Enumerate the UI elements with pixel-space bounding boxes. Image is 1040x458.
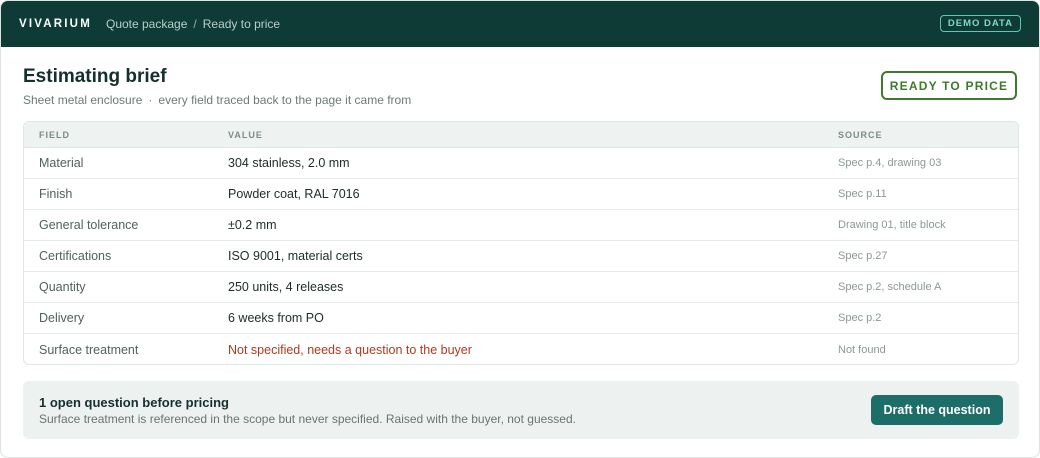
top-bar: VIVARIUM Quote package / Ready to price … <box>1 1 1039 47</box>
row-source-cell: Spec p.2 <box>838 312 882 324</box>
subtitle-description: every field traced back to the page it c… <box>158 93 412 107</box>
row-field-cell: Finish <box>39 187 73 201</box>
table-body: Material 304 stainless, 2.0 mm Spec p.4, d… <box>24 148 1018 364</box>
row-value-cell: ±0.2 mm <box>228 218 277 232</box>
open-question-title: 1 open question before pricing <box>39 395 229 410</box>
row-field-cell: Surface treatment <box>39 342 139 357</box>
table-row: Delivery 6 weeks from PO Spec p.2 <box>24 303 1018 334</box>
table-row: Material 304 stainless, 2.0 mm Spec p.4, d… <box>24 148 1018 179</box>
open-question-panel: 1 open question before pricing Surface t… <box>23 381 1019 439</box>
table-row: General tolerance ±0.2 mm Drawing 01, titl… <box>24 210 1018 241</box>
row-field-cell: Certifications <box>39 249 112 263</box>
page-header: Estimating brief Sheet metal enclosure · e… <box>1 47 1039 121</box>
row-field-cell: Material <box>39 156 84 170</box>
page-subtitle: Sheet metal enclosure · every field traced… <box>23 93 1017 107</box>
row-field-cell: Delivery <box>39 311 85 325</box>
table-row: Surface treatment Not specified, needs a … <box>24 334 1018 364</box>
row-source-cell: Not found <box>838 343 886 356</box>
row-field-cell: General tolerance <box>39 218 139 232</box>
status-badge: READY TO PRICE <box>881 71 1017 100</box>
row-source-cell: Spec p.2, schedule A <box>838 281 942 293</box>
row-value-cell: 304 stainless, 2.0 mm <box>228 156 350 170</box>
app-window: VIVARIUM Quote package / Ready to price … <box>0 0 1040 458</box>
row-value-cell: Not specified, needs a question to the b… <box>228 342 472 357</box>
open-question-text: Surface treatment is referenced in the s… <box>39 412 576 426</box>
table-header: FIELD VALUE SOURCE <box>24 122 1018 148</box>
draft-question-button[interactable]: Draft the question <box>871 395 1003 425</box>
table-row: Quantity 250 units, 4 releases Spec p.2, s… <box>24 272 1018 303</box>
table-row: Finish Powder coat, RAL 7016 Spec p.11 <box>24 179 1018 210</box>
row-source-cell: Drawing 01, title block <box>838 219 946 231</box>
brand-logo[interactable]: VIVARIUM <box>19 18 92 30</box>
breadcrumb-quote-package[interactable]: Quote package <box>106 17 187 31</box>
table-row: Certifications ISO 9001, material certs Sp… <box>24 241 1018 272</box>
row-value-cell: Powder coat, RAL 7016 <box>228 187 360 201</box>
row-field-cell: Quantity <box>39 280 86 294</box>
subtitle-project: Sheet metal enclosure <box>23 93 143 107</box>
page-title: Estimating brief <box>23 66 167 87</box>
breadcrumb: Quote package / Ready to price <box>106 17 280 31</box>
brief-table: FIELD VALUE SOURCE Material 304 stainless… <box>23 121 1019 365</box>
column-header-value: VALUE <box>228 129 263 140</box>
row-value-cell: 250 units, 4 releases <box>228 280 344 294</box>
subtitle-dot: · <box>148 93 153 107</box>
row-source-cell: Spec p.4, drawing 03 <box>838 157 942 169</box>
column-header-source: SOURCE <box>838 129 883 140</box>
column-header-field: FIELD <box>39 129 70 140</box>
row-value-cell: ISO 9001, material certs <box>228 249 363 263</box>
breadcrumb-separator: / <box>193 17 197 31</box>
row-source-cell: Spec p.27 <box>838 250 888 262</box>
row-source-cell: Spec p.11 <box>838 188 887 200</box>
demo-data-badge: DEMO DATA <box>939 15 1021 32</box>
breadcrumb-ready-to-price: Ready to price <box>202 17 281 31</box>
row-value-cell: 6 weeks from PO <box>228 311 324 325</box>
